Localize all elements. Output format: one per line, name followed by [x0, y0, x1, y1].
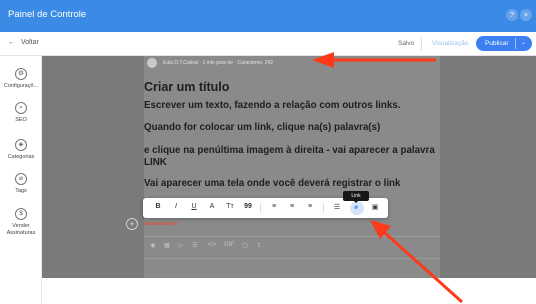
annotation-arrow-author: [312, 52, 436, 68]
annotation-arrow-link: [370, 220, 464, 304]
annotation-arrows: [312, 52, 464, 304]
